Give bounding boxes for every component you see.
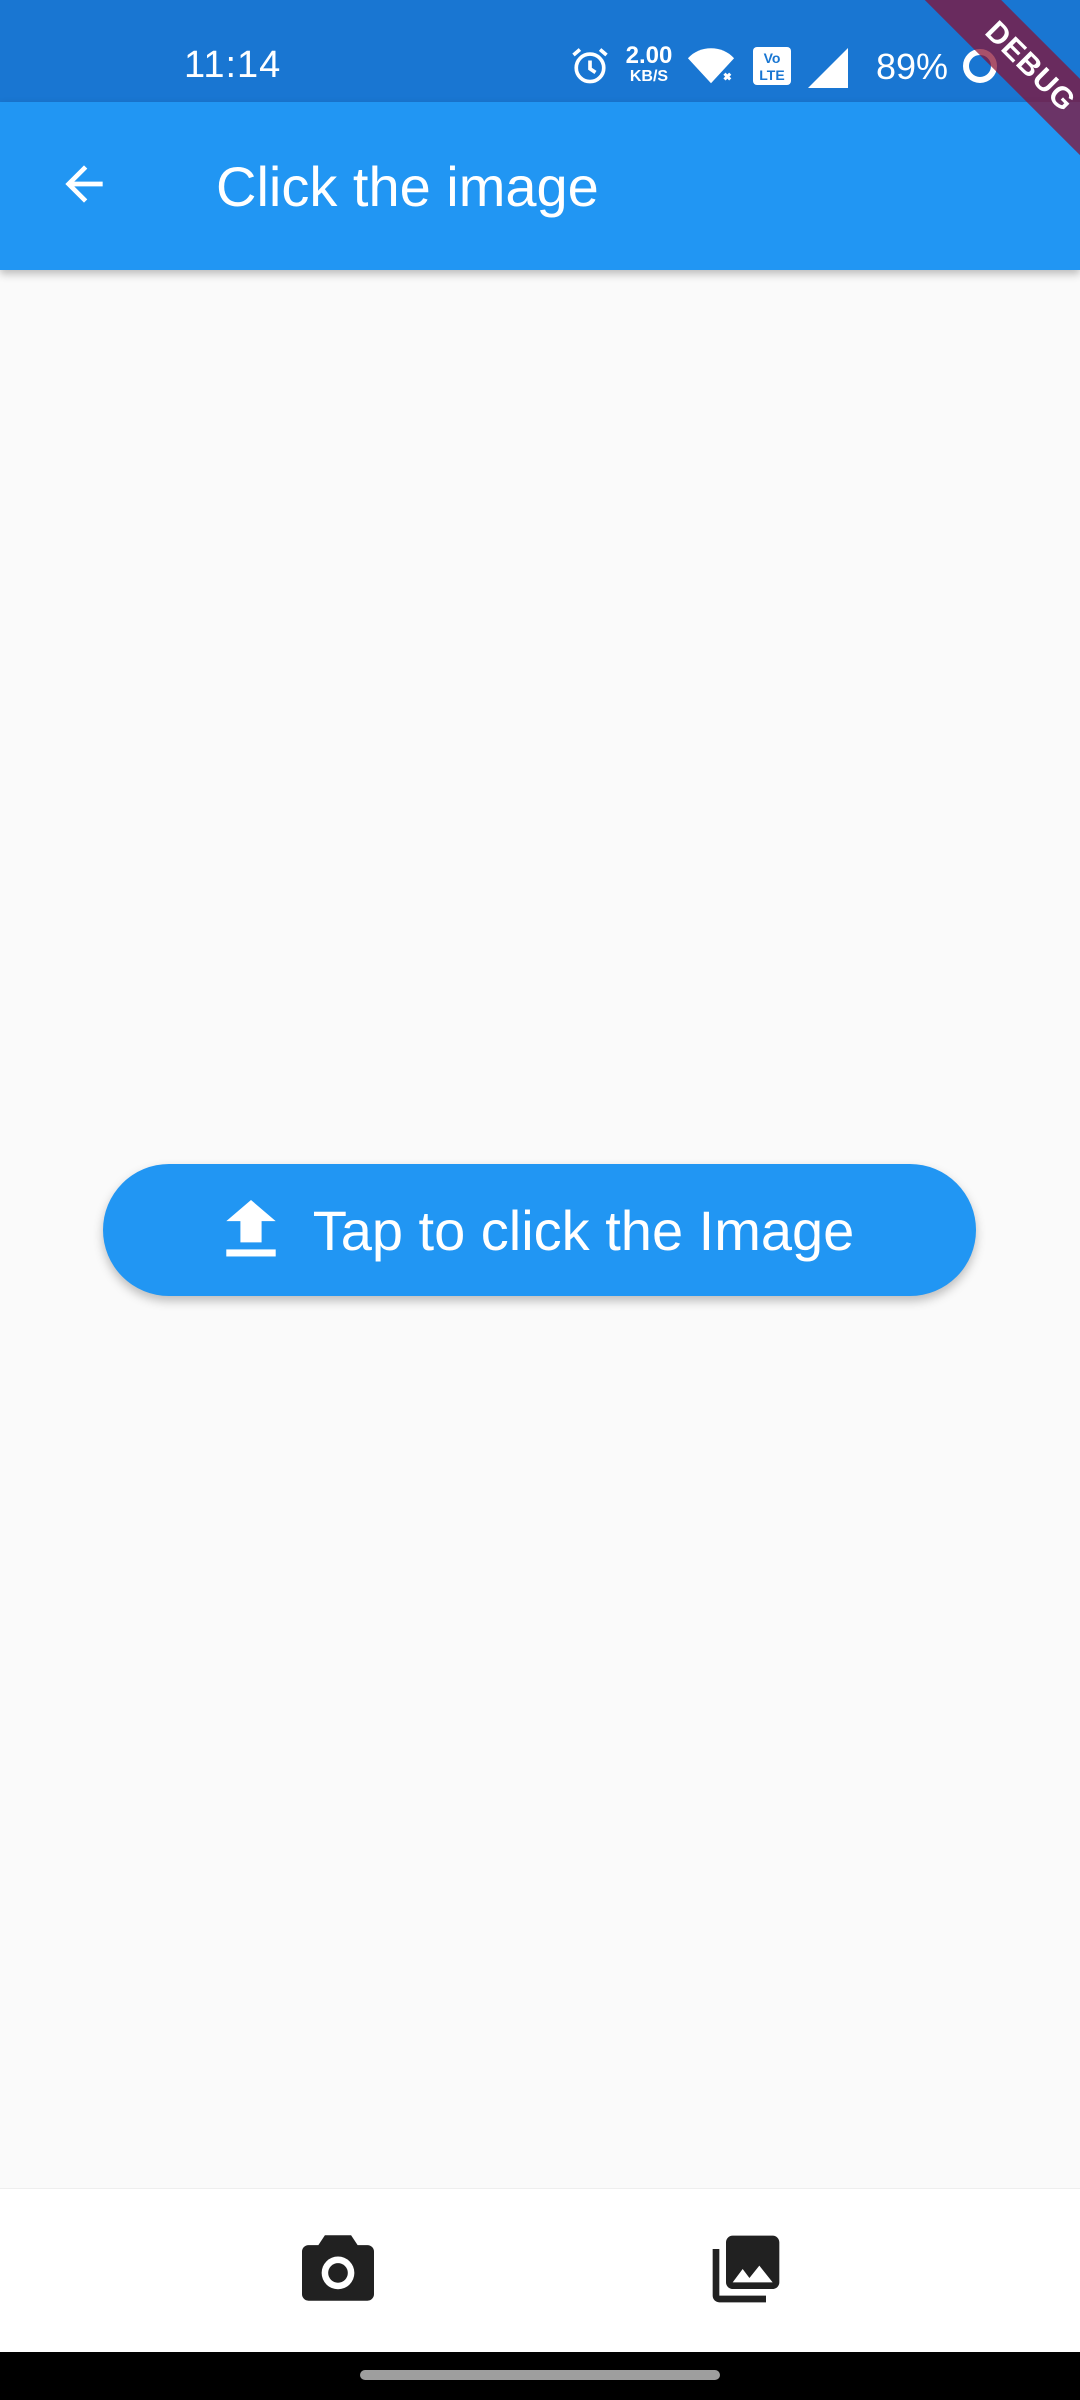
wifi-icon: [686, 46, 736, 91]
photo-library-icon: [706, 2229, 786, 2314]
svg-text:Vo: Vo: [764, 50, 781, 66]
network-speed: 2.00 KB/S: [622, 44, 676, 85]
system-nav-bar: [0, 2352, 1080, 2400]
network-speed-unit: KB/S: [629, 68, 669, 85]
battery-percent: 89%: [876, 46, 949, 87]
volte-icon: Vo LTE: [752, 46, 792, 91]
upload-button-label: Tap to click the Image: [312, 1198, 855, 1262]
alarm-icon: [568, 44, 612, 93]
camera-button[interactable]: [288, 2225, 388, 2315]
network-speed-value: 2.00: [625, 42, 673, 69]
page-title: Click the image: [216, 155, 599, 218]
upload-icon: [225, 1200, 277, 1260]
arrow-back-icon: [56, 156, 112, 217]
camera-icon: [298, 2232, 378, 2309]
signal-icon: [806, 46, 850, 95]
app-bar: Click the image: [0, 102, 1080, 270]
tap-to-click-image-button[interactable]: Tap to click the Image: [103, 1164, 976, 1296]
screen: 11:14 2.00 KB/S Vo LTE 89% DEBUG Click t…: [0, 0, 1080, 2400]
svg-text:LTE: LTE: [759, 67, 784, 83]
back-button[interactable]: [44, 146, 124, 226]
home-gesture-handle[interactable]: [360, 2370, 720, 2380]
status-time: 11:14: [184, 44, 282, 86]
status-bar: 11:14 2.00 KB/S Vo LTE 89%: [0, 0, 1080, 102]
bottom-bar: [0, 2188, 1080, 2352]
gallery-button[interactable]: [696, 2221, 796, 2321]
